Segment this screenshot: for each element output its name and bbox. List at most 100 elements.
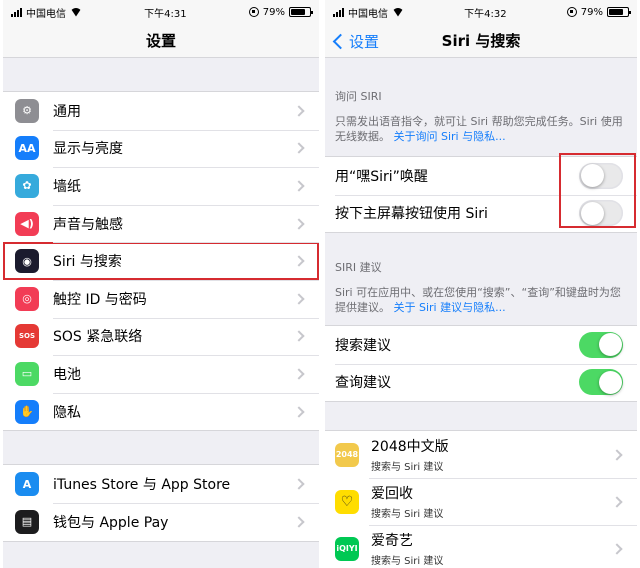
settings-row-label: iTunes Store 与 App Store [53,477,231,494]
settings-screen: 中国电信 下午4:31 79% 设置 ⚙ 通用 AA 显示与亮度 ✿ 墙纸 ◀) 声音与触感 ◉… [3,0,319,568]
settings-row-label: 通用 [53,103,81,120]
app-row-text: 2048中文版 搜索与 Siri 建议 [371,436,613,473]
toggle-row: 搜索建议 [325,326,637,364]
settings-row[interactable]: AA 显示与亮度 [3,129,319,168]
settings-row-label: 触控 ID 与密码 [53,291,147,308]
settings-row[interactable]: ◀) 声音与触感 [3,204,319,243]
toggle-switch[interactable] [579,331,623,358]
wifi-icon [70,8,82,17]
signal-icon [333,7,344,17]
settings-row-label: SOS 紧急联络 [53,329,143,346]
rotation-lock-icon [248,7,259,17]
chevron-right-icon [293,105,305,117]
status-time: 下午4:32 [464,8,507,20]
battery-icon: ▭ [15,361,39,386]
app-row[interactable]: ♡ 爱回收搜索与 Siri 建议 [325,478,637,525]
app-row-text: 爱回收搜索与 Siri 建议 [371,483,613,520]
app-aihuishou-icon: ♡ [335,489,359,514]
gear-icon: ⚙ [15,98,39,123]
page-title: 设置 [145,32,176,50]
settings-row-label: Siri 与搜索 [53,254,122,271]
signal-icon [11,7,22,17]
ask-siri-privacy-link[interactable]: 关于询问 Siri 与隐私... [394,130,506,143]
chevron-right-icon [611,495,623,508]
app-subtitle: 搜索与 Siri 建议 [371,509,444,520]
app-title: 爱奇艺 [371,533,413,549]
section-header-ask-siri: 询问 SIRI [335,90,382,103]
siri-suggestions-group: 搜索建议 查询建议 [325,325,637,402]
settings-group-stores: AiTunes Store 与 App Store ▤ 钱包与 Apple Pay [3,464,319,542]
settings-row[interactable]: ◎ 触控 ID 与密码 [3,279,319,318]
app-row-text: 爱奇艺搜索与 Siri 建议 [371,530,613,567]
settings-group-main: ⚙ 通用 AA 显示与亮度 ✿ 墙纸 ◀) 声音与触感 ◉ Siri 与搜索 ◎ 触控 ID 与密码 S… [3,91,319,432]
settings-row[interactable]: ✿ 墙纸 [3,167,319,205]
battery-percent: 79% [262,6,285,18]
chevron-left-icon [332,33,349,49]
chevron-right-icon [293,368,305,380]
toggle-row-label: 查询建议 [335,375,391,392]
settings-row[interactable]: ▤ 钱包与 Apple Pay [3,502,319,541]
apps-list: 2048 2048中文版 搜索与 Siri 建议 ♡ 爱回收 搜索与 Siri 建议 iQI… [325,430,637,568]
chevron-right-icon [293,142,305,155]
chevron-right-icon [293,478,305,490]
chevron-right-icon [293,516,305,528]
settings-row-label: 隐私 [53,404,81,421]
settings-row-label: 显示与亮度 [53,141,123,158]
siri-suggestions-privacy-link[interactable]: 关于 Siri 建议与隐私... [394,301,506,314]
settings-row[interactable]: SOS SOS 紧急联络 [3,317,319,356]
chevron-right-icon [293,330,305,343]
settings-row[interactable]: ✋ 隐私 [3,392,319,431]
chevron-right-icon [293,217,305,230]
app-2048-icon: 2048 [335,442,359,467]
toggle-knob [598,333,622,357]
status-bar: 中国电信 下午4:31 79% [3,0,319,24]
app-row[interactable]: iQIYI 爱奇艺搜索与 Siri 建议 [325,525,637,568]
chevron-right-icon [293,405,305,418]
app-subtitle: 搜索与 Siri 建议 [371,556,444,567]
speaker-icon: ◀) [15,211,39,236]
siri-search-screen: 中国电信 下午4:32 79% 设置 Siri 与搜索 询问 SIRI 只需发出… [325,0,637,568]
text-size-icon: AA [15,136,39,161]
chevron-right-icon [293,255,305,267]
toggle-highlight-box [559,153,636,228]
settings-row-label: 墙纸 [53,178,81,195]
siri-icon: ◉ [15,249,39,274]
toggle-row-label: 按下主屏幕按钮使用 Siri [335,206,488,223]
back-label: 设置 [349,32,380,51]
nav-bar: 设置 [3,24,319,58]
toggle-row: 查询建议 [325,363,637,402]
flower-icon: ✿ [15,173,39,198]
settings-row-label: 声音与触感 [53,216,123,233]
fingerprint-icon: ◎ [15,286,39,311]
status-bar: 中国电信 下午4:32 79% [325,0,637,24]
status-time: 下午4:31 [144,8,187,20]
chevron-right-icon [611,542,623,555]
wallet-icon: ▤ [15,509,39,534]
carrier-label: 中国电信 [26,8,66,20]
app-title: 2048中文版 [371,439,449,455]
hand-icon: ✋ [15,399,39,424]
battery-icon [288,7,313,17]
back-button[interactable]: 设置 [331,24,379,58]
chevron-right-icon [611,448,623,461]
app-row[interactable]: 2048 2048中文版 搜索与 Siri 建议 [325,431,637,478]
toggle-knob [598,370,622,394]
section-desc-ask-siri: 只需发出语音指令，就可让 Siri 帮助您完成任务。Siri 使用无线数据。 关… [335,115,623,143]
app-iqiyi-icon: iQIYI [335,536,359,561]
toggle-switch[interactable] [579,369,623,396]
carrier-label: 中国电信 [348,8,388,20]
sos-icon: SOS [15,324,39,349]
settings-row-label: 钱包与 Apple Pay [53,514,169,531]
app-title: 爱回收 [371,486,413,502]
settings-row[interactable]: ⚙ 通用 [3,92,319,130]
section-header-siri-suggestions: SIRI 建议 [335,261,382,274]
settings-row-label: 电池 [53,366,81,383]
chevron-right-icon [293,293,305,305]
toggle-row-label: 搜索建议 [335,337,391,354]
settings-row[interactable]: ▭ 电池 [3,355,319,393]
wifi-icon [392,8,404,17]
settings-row[interactable]: ◉ Siri 与搜索 [3,242,319,280]
nav-bar: 设置 Siri 与搜索 [325,24,637,58]
toggle-row-label: 用“嘿Siri”唤醒 [335,168,428,185]
settings-row[interactable]: AiTunes Store 与 App Store [3,465,319,503]
